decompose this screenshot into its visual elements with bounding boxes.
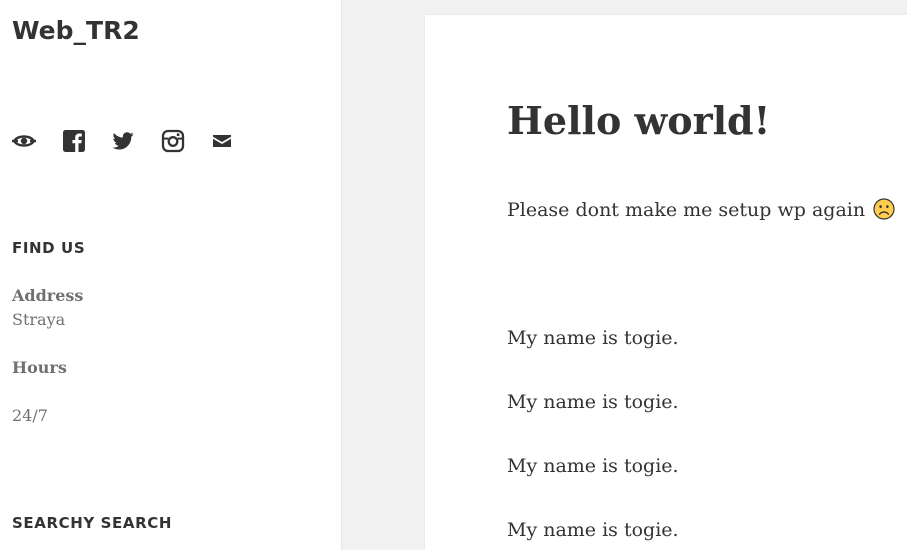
hours-value: 24/7 (12, 406, 48, 425)
search-widget-heading: SEARCHY SEARCH (12, 514, 173, 532)
find-us-heading: FIND US (12, 239, 86, 257)
sidebar: Web_TR2 FIND US Address Straya Hours 24/… (0, 0, 342, 550)
post-paragraph: My name is togie. (507, 455, 679, 477)
wordpress-icon (12, 135, 36, 147)
email-icon (213, 135, 231, 147)
instagram-link[interactable] (161, 128, 211, 154)
social-links-menu (12, 128, 260, 154)
address-value: Straya (12, 310, 66, 329)
twitter-link[interactable] (111, 128, 161, 154)
post-paragraph: My name is togie. (507, 391, 679, 413)
wordpress-link[interactable] (12, 128, 62, 154)
email-link[interactable] (210, 128, 260, 154)
post-paragraph: My name is togie. (507, 519, 679, 541)
post-title: Hello world! (507, 98, 771, 143)
facebook-icon (62, 130, 85, 152)
twitter-icon (112, 132, 134, 150)
post-intro-text: Please dont make me setup wp again (507, 199, 866, 221)
post-article: Hello world! Please dont make me setup w… (425, 15, 907, 550)
post-paragraph: My name is togie. (507, 327, 679, 349)
hours-label: Hours (12, 358, 67, 377)
site-title-link[interactable]: Web_TR2 (12, 14, 140, 48)
post-intro-paragraph: Please dont make me setup wp again (507, 197, 895, 223)
facebook-link[interactable] (62, 128, 112, 154)
address-label: Address (12, 286, 84, 305)
instagram-icon (161, 129, 184, 153)
frowning-face-icon (873, 198, 895, 220)
